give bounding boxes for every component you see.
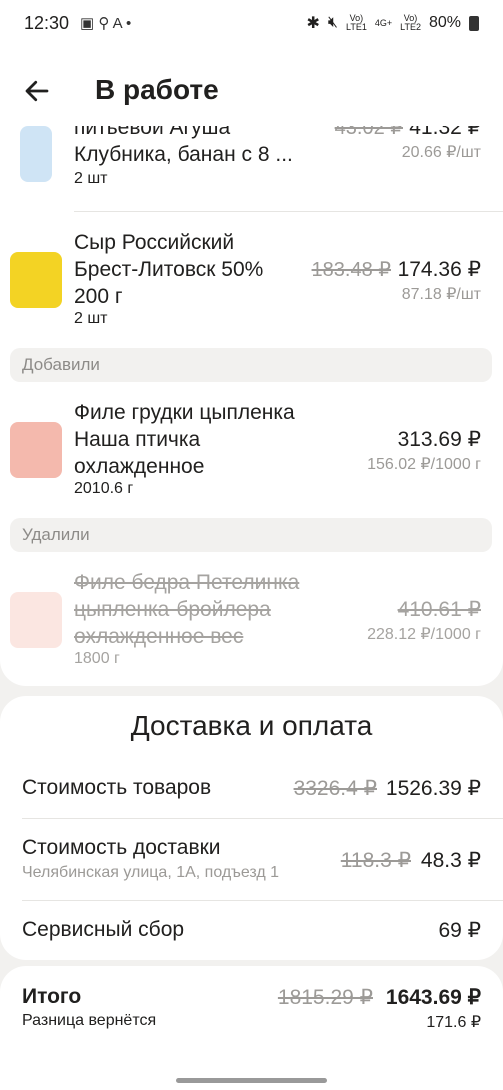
product-name: Филе бедра Петелинка цыпленка-бройлера о… [74, 571, 300, 648]
section-added-chip: Добавили [10, 348, 492, 382]
status-bar: 12:30 ▣ ⚲ A • ✱ 🔇︎ Vo) LTE1 4G+ Vo) LTE2 8… [0, 0, 503, 46]
page-title: В работе [95, 74, 219, 105]
goods-cost-old: 3326.4 ₽ [293, 777, 377, 800]
unit-price: 20.66 ₽/шт [401, 144, 481, 161]
bluetooth-icon: ✱ [306, 15, 320, 32]
sim2-signal-icon: Vo) LTE2 [400, 13, 421, 32]
divider [74, 211, 503, 212]
back-arrow-icon[interactable] [22, 76, 52, 106]
status-time: 12:30 [24, 13, 70, 33]
product-name: питьевой Агуша Клубника, банан с 8 ... [74, 126, 293, 166]
product-price: 174.36 ₽ [397, 258, 481, 281]
total-card: Итого Разница вернётся 1815.29 ₽ 1643.69… [0, 966, 503, 1090]
list-item[interactable]: Филе бедра Петелинка цыпленка-бройлера о… [0, 566, 503, 676]
refund-note: Разница вернётся [22, 1012, 157, 1029]
product-name: Сыр Российский Брест-Литовск 50% 200 г [74, 231, 264, 308]
total-old: 1815.29 ₽ [277, 986, 373, 1009]
section-title: Доставка и оплата [130, 710, 373, 741]
product-image [20, 126, 52, 182]
status-right: ✱ 🔇︎ Vo) LTE1 4G+ Vo) LTE2 80% [307, 13, 479, 33]
refund-amount: 171.6 ₽ [426, 1014, 481, 1031]
product-price: 313.69 ₽ [397, 428, 481, 451]
battery-level: 80% [428, 14, 461, 31]
product-qty: 2 шт [74, 310, 108, 327]
divider [22, 818, 503, 819]
product-image [10, 592, 62, 648]
goods-cost-label: Стоимость товаров [22, 776, 212, 799]
product-image [10, 422, 62, 478]
product-price: 41.32 ₽ [409, 126, 481, 139]
notification-icons: ▣ ⚲ A • [80, 15, 132, 32]
list-item[interactable]: Филе грудки цыпленка Наша птичка охлажде… [0, 396, 503, 506]
delivery-cost-old: 118.3 ₽ [340, 849, 411, 872]
home-indicator[interactable] [176, 1078, 327, 1083]
sim1-signal-icon: Vo) LTE1 [346, 13, 367, 32]
service-fee-label: Сервисный сбор [22, 918, 185, 941]
unit-price: 228.12 ₽/1000 г [367, 626, 481, 643]
delivery-payment-card: Доставка и оплата Стоимость товаров 3326… [0, 696, 503, 960]
header: В работе [0, 46, 503, 126]
product-image [10, 252, 62, 308]
product-price: 410.61 ₽ [397, 598, 481, 621]
delivery-cost-label: Стоимость доставки [22, 836, 221, 859]
delivery-address: Челябинская улица, 1А, подъезд 1 [22, 864, 280, 881]
product-qty: 2 шт [74, 170, 108, 187]
list-item[interactable]: питьевой Агуша Клубника, банан с 8 ... 2… [0, 126, 503, 212]
mute-icon: 🔇︎ [327, 14, 339, 31]
list-item[interactable]: Сыр Российский Брест-Литовск 50% 200 г 2… [0, 226, 503, 336]
total-label: Итого [22, 985, 82, 1008]
service-fee-value: 69 ₽ [438, 919, 481, 942]
order-items-card: питьевой Агуша Клубника, банан с 8 ... 2… [0, 126, 503, 686]
divider [22, 900, 503, 901]
old-price: 183.48 ₽ [311, 259, 391, 281]
unit-price: 156.02 ₽/1000 г [367, 456, 481, 473]
product-name: Филе грудки цыпленка Наша птичка охлажде… [74, 401, 295, 478]
product-qty: 1800 г [74, 650, 120, 667]
delivery-cost-row: Стоимость доставки Челябинская улица, 1А… [0, 836, 503, 886]
unit-price: 87.18 ₽/шт [401, 286, 481, 303]
goods-cost-value: 1526.39 ₽ [385, 777, 481, 800]
battery-icon [469, 15, 479, 31]
old-price: 43.02 ₽ [334, 126, 403, 139]
network-type-icon: 4G+ [374, 17, 393, 28]
total-value: 1643.69 ₽ [385, 986, 481, 1009]
section-removed-chip: Удалили [10, 518, 492, 552]
delivery-cost-value: 48.3 ₽ [420, 849, 481, 872]
goods-cost-row: Стоимость товаров 3326.4 ₽ 1526.39 ₽ [0, 776, 503, 816]
product-qty: 2010.6 г [74, 480, 134, 497]
service-fee-row: Сервисный сбор 69 ₽ [0, 918, 503, 948]
